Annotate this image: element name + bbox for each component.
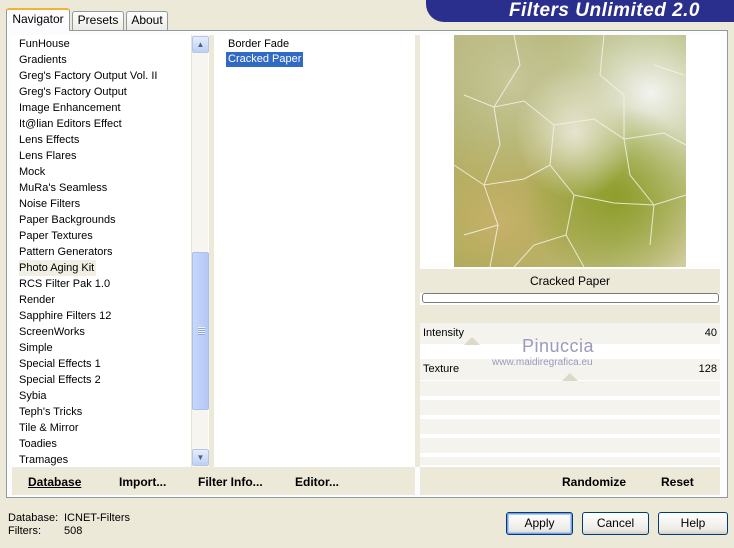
tab-about[interactable]: About [126, 11, 168, 30]
filter-item-border-fade[interactable]: Border Fade [226, 37, 291, 52]
watermark-name: Pinuccia [522, 336, 595, 356]
preview-image [454, 35, 686, 267]
param-row-empty [420, 438, 720, 455]
spacer [420, 305, 720, 323]
category-item[interactable]: Photo Aging Kit [19, 260, 97, 276]
category-item[interactable]: Paper Textures [19, 228, 93, 244]
tab-navigator[interactable]: Navigator [6, 8, 70, 31]
category-list[interactable]: FunHouse Gradients Greg's Factory Output V… [12, 35, 209, 467]
title-banner: Filters Unlimited 2.0 [426, 0, 734, 22]
category-item[interactable]: Simple [19, 340, 53, 356]
slider-thumb[interactable] [464, 337, 480, 345]
filter-list[interactable]: Border Fade Cracked Paper [214, 35, 415, 467]
param-value: 40 [704, 327, 717, 339]
app-title: Filters Unlimited 2.0 [508, 0, 700, 21]
status-database-label: Database: [8, 512, 59, 524]
filter-item-cracked-paper[interactable]: Cracked Paper [226, 52, 304, 67]
grip-icon [198, 327, 205, 335]
randomize-button[interactable]: Randomize [562, 475, 626, 489]
param-row-empty [420, 419, 720, 436]
category-item[interactable]: Pattern Generators [19, 244, 113, 260]
category-item[interactable]: Lens Effects [19, 132, 79, 148]
category-item[interactable]: Gradients [19, 52, 67, 68]
scroll-down-button[interactable]: ▼ [192, 449, 209, 466]
category-item[interactable]: Greg's Factory Output Vol. II [19, 68, 157, 84]
param-row-empty [420, 381, 720, 398]
watermark-url: www.maidiregrafica.eu [492, 357, 593, 368]
chevron-down-icon: ▼ [196, 453, 205, 462]
left-action-bar: Database Import... Filter Info... Editor… [12, 467, 415, 495]
category-item[interactable]: Teph's Tricks [19, 404, 82, 420]
reset-button[interactable]: Reset [661, 475, 694, 489]
chevron-up-icon: ▲ [196, 40, 205, 49]
help-button[interactable]: Help [658, 512, 728, 535]
slider-thumb[interactable] [562, 373, 578, 381]
editor-button[interactable]: Editor... [295, 475, 339, 489]
param-row-empty [420, 400, 720, 417]
param-label: Intensity [423, 327, 464, 339]
category-item[interactable]: Mock [19, 164, 45, 180]
category-scrollbar[interactable]: ▲ ▼ [191, 35, 209, 467]
category-item[interactable]: Noise Filters [19, 196, 80, 212]
scroll-up-button[interactable]: ▲ [192, 36, 209, 53]
category-item[interactable]: Render [19, 292, 55, 308]
status-database-value: ICNET-Filters [64, 512, 130, 524]
category-item[interactable]: FunHouse [19, 36, 70, 52]
category-item[interactable]: Sybia [19, 388, 47, 404]
param-label: Texture [423, 363, 460, 375]
database-button[interactable]: Database [28, 475, 81, 489]
cancel-button[interactable]: Cancel [582, 512, 649, 535]
category-item[interactable]: Paper Backgrounds [19, 212, 116, 228]
category-item[interactable]: Lens Flares [19, 148, 76, 164]
status-filters-label: Filters: [8, 525, 41, 537]
category-item[interactable]: Greg's Factory Output [19, 84, 127, 100]
crack-lines [454, 35, 686, 267]
tab-presets[interactable]: Presets [72, 11, 124, 30]
category-item[interactable]: RCS Filter Pak 1.0 [19, 276, 110, 292]
preview-filter-name: Cracked Paper [420, 269, 720, 293]
category-item[interactable]: Toadies [19, 436, 57, 452]
apply-button[interactable]: Apply [506, 512, 573, 535]
category-item[interactable]: Image Enhancement [19, 100, 121, 116]
category-item[interactable]: Tramages [19, 452, 68, 467]
category-item[interactable]: Tile & Mirror [19, 420, 78, 436]
preview-pane: Cracked Paper Intensity 40 Texture 128 P… [420, 35, 720, 467]
category-item[interactable]: MuRa's Seamless [19, 180, 107, 196]
category-item[interactable]: Special Effects 1 [19, 356, 101, 372]
filter-info-button[interactable]: Filter Info... [198, 475, 263, 489]
import-button[interactable]: Import... [119, 475, 166, 489]
progress-bar [422, 293, 719, 303]
status-filters-value: 508 [64, 525, 83, 537]
category-item[interactable]: It@lian Editors Effect [19, 116, 122, 132]
category-item[interactable]: ScreenWorks [19, 324, 85, 340]
category-item[interactable]: Special Effects 2 [19, 372, 101, 388]
category-item[interactable]: Sapphire Filters 12 [19, 308, 111, 324]
param-value: 128 [698, 363, 717, 375]
scroll-thumb[interactable] [192, 252, 209, 410]
right-action-bar: Randomize Reset [420, 467, 720, 495]
param-row-empty [420, 457, 720, 467]
